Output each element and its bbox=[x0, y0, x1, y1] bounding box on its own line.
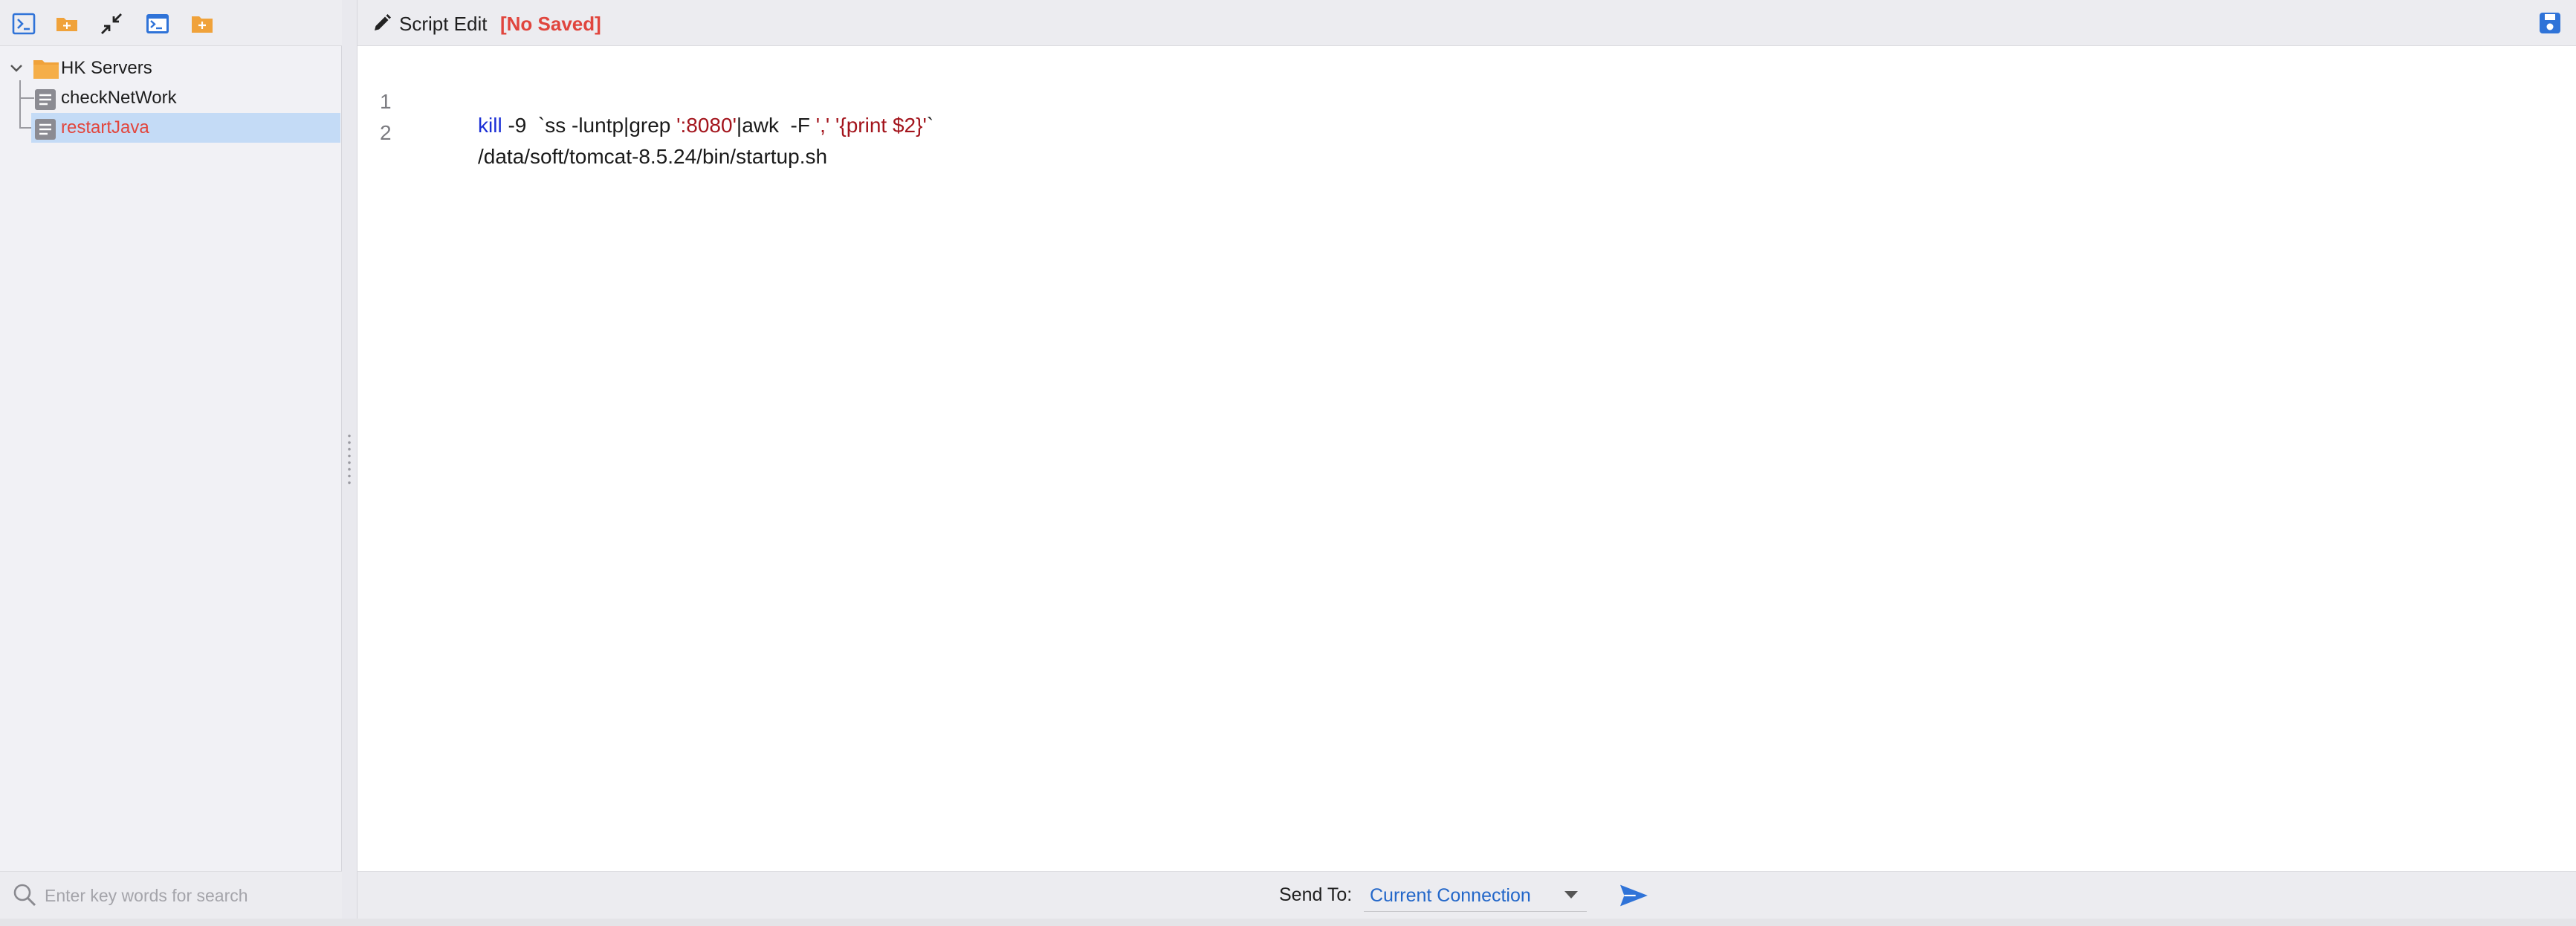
tree-item-checknetwork[interactable]: checkNetWork bbox=[0, 83, 342, 113]
save-button[interactable] bbox=[2538, 11, 2562, 35]
tree-item-restartjava[interactable]: restartJava bbox=[31, 113, 340, 143]
tree-folder-label: HK Servers bbox=[61, 58, 152, 78]
code-line: 2 /data/soft/tomcat-8.5.24/bin/startup.s… bbox=[357, 97, 2576, 168]
script-tree-panel: HK Servers checkNetWork restartJava bbox=[0, 0, 342, 919]
search-bar bbox=[0, 871, 342, 919]
target-select[interactable]: Current Connection bbox=[1364, 879, 1587, 912]
send-to-label: Send To: bbox=[1279, 884, 1353, 905]
target-value: Current Connection bbox=[1370, 885, 1531, 906]
tree-item-label: restartJava bbox=[61, 117, 149, 137]
splitter-grip[interactable] bbox=[347, 433, 352, 485]
chevron-down-icon[interactable] bbox=[7, 59, 25, 77]
terminal-window-icon bbox=[146, 14, 169, 33]
collapse-icon bbox=[101, 13, 122, 34]
script-file-icon bbox=[35, 89, 56, 110]
open-terminal-button[interactable] bbox=[143, 9, 172, 39]
chevron-down-icon bbox=[1564, 891, 1578, 899]
script-file-icon bbox=[35, 119, 56, 140]
window-bottom-edge bbox=[0, 919, 2576, 926]
pencil-icon bbox=[375, 14, 391, 30]
terminal-button[interactable] bbox=[9, 9, 39, 39]
line-number: 2 bbox=[380, 121, 392, 144]
code-editor[interactable]: 1 kill -9 `ss -luntp|grep ':8080'|awk -F… bbox=[357, 46, 2576, 871]
code-line: 1 kill -9 `ss -luntp|grep ':8080'|awk -F… bbox=[357, 66, 2576, 137]
left-toolbar bbox=[0, 0, 342, 46]
tree-folder-hk-servers[interactable]: HK Servers bbox=[0, 54, 342, 83]
tree-item-label: checkNetWork bbox=[61, 88, 177, 108]
search-icon bbox=[13, 884, 36, 907]
new-folder-button[interactable] bbox=[52, 9, 82, 39]
add-folder-icon bbox=[192, 16, 213, 33]
code-token: /data/soft/tomcat-8.5.24/bin/startup.sh bbox=[478, 145, 828, 168]
script-editor-panel: Script Edit [No Saved] 1 kill -9 `ss -lu… bbox=[357, 0, 2576, 919]
send-bar: Send To: Current Connection bbox=[357, 871, 2576, 919]
unsaved-status: [No Saved] bbox=[500, 13, 601, 35]
pane-splitter[interactable] bbox=[343, 0, 357, 919]
code-text: /data/soft/tomcat-8.5.24/bin/startup.sh bbox=[478, 145, 827, 169]
new-folder-icon bbox=[56, 18, 77, 31]
save-icon bbox=[2540, 13, 2560, 33]
send-icon bbox=[1620, 884, 1648, 907]
folder-icon bbox=[33, 60, 59, 79]
collapse-button[interactable] bbox=[97, 9, 126, 39]
add-folder-button[interactable] bbox=[187, 9, 217, 39]
search-input[interactable] bbox=[45, 881, 327, 910]
terminal-icon bbox=[12, 13, 36, 35]
editor-header: Script Edit [No Saved] bbox=[357, 0, 2576, 46]
send-button[interactable] bbox=[1617, 879, 1651, 912]
editor-title: Script Edit bbox=[399, 13, 488, 35]
